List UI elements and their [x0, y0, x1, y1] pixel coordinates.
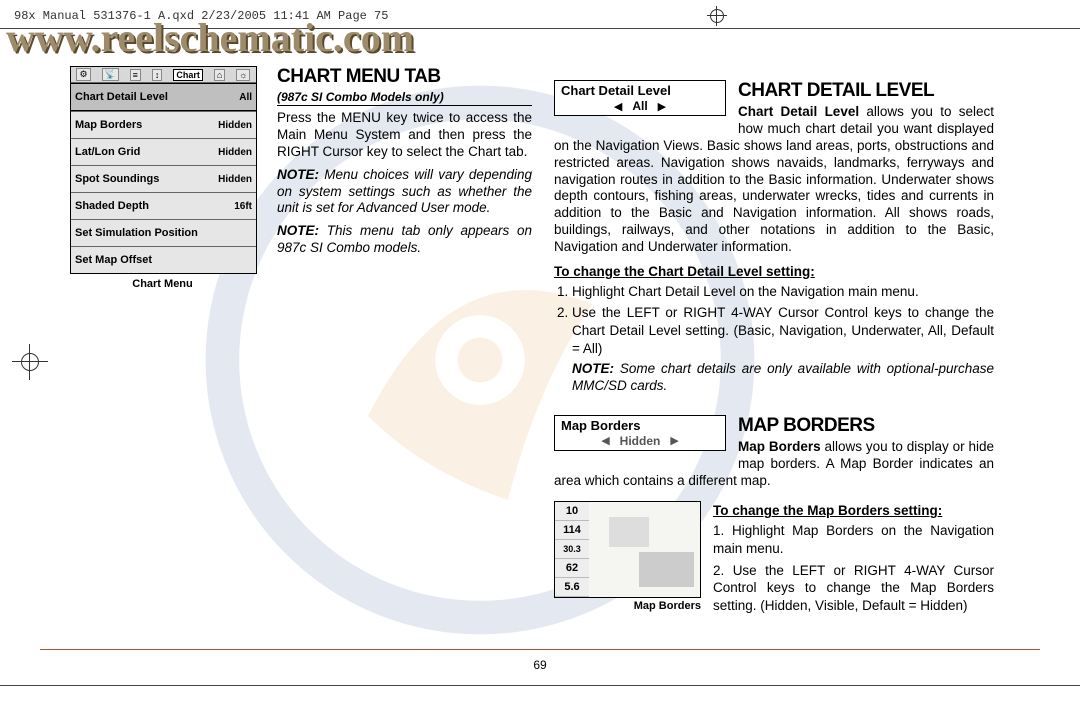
chart-menu-tabs: ⚙ 📡 ≡ ↕ Chart ⌂ ☼	[71, 67, 256, 83]
tab-icon: ☼	[236, 69, 250, 81]
menu-row: Shaded Depth 16ft	[71, 192, 256, 219]
right-arrow-icon: ▶	[670, 434, 678, 447]
menu-row-chart-detail: Chart Detail Level All	[71, 83, 256, 111]
tab-icon: ↕	[152, 69, 163, 81]
note-2: NOTE: This menu tab only appears on 987c…	[277, 223, 532, 257]
note-1: NOTE: Menu choices will vary depending o…	[277, 167, 532, 218]
instructions-heading: To change the Chart Detail Level setting…	[554, 264, 994, 279]
middle-column: CHART MENU TAB (987c SI Combo Models onl…	[277, 66, 532, 614]
row-label: Set Simulation Position	[75, 227, 198, 239]
tab-icon: 📡	[102, 68, 119, 81]
tab-icon: ≡	[130, 69, 141, 81]
right-column: Chart Detail Level ◀ All ▶ CHART DETAIL …	[554, 66, 994, 614]
thumb-value: 30.3	[555, 540, 589, 559]
left-arrow-icon: ◀	[601, 434, 609, 447]
setting-value: Hidden	[620, 434, 661, 448]
chart-detail-steps: Highlight Chart Detail Level on the Navi…	[572, 283, 994, 357]
row-label: Lat/Lon Grid	[75, 146, 140, 158]
thumb-value: 5.6	[555, 578, 589, 597]
note-3: NOTE: Some chart details are only availa…	[572, 361, 994, 395]
setting-label: Map Borders	[555, 416, 725, 433]
setting-value: All	[632, 99, 647, 113]
thumb-value: 62	[555, 559, 589, 578]
chart-menu-screenshot: ⚙ 📡 ≡ ↕ Chart ⌂ ☼ Chart Detail Level All…	[70, 66, 257, 274]
thumb-value: 114	[555, 521, 589, 540]
thumb-value: 10	[555, 502, 589, 521]
right-arrow-icon: ▶	[658, 100, 666, 113]
chart-detail-level-para: Chart Detail Level allows you to select …	[554, 104, 994, 256]
menu-row: Spot Soundings Hidden	[71, 165, 256, 192]
chart-menu-tab-heading: CHART MENU TAB	[277, 66, 532, 88]
chart-menu-tab-para: Press the MENU key twice to access the M…	[277, 110, 532, 161]
chart-menu-caption: Chart Menu	[70, 278, 255, 290]
map-thumbnail: 10 114 30.3 62 5.6	[554, 501, 701, 598]
tab-icon: ⌂	[214, 69, 225, 81]
tab-chart-active: Chart	[173, 69, 203, 81]
map-borders-section: Map Borders ◀ Hidden ▶ MAP BORDERS Map B…	[554, 415, 994, 614]
chart-detail-level-box: Chart Detail Level ◀ All ▶	[554, 80, 726, 116]
watermark-url: www.reelschematic.com	[0, 14, 1080, 61]
row-value: Hidden	[218, 147, 252, 158]
footer-rule	[40, 649, 1040, 650]
page-number: 69	[0, 658, 1080, 672]
step: Highlight Chart Detail Level on the Navi…	[572, 283, 994, 301]
step: Use the LEFT or RIGHT 4-WAY Cursor Contr…	[572, 304, 994, 357]
row-value: All	[239, 92, 252, 103]
map-borders-box: Map Borders ◀ Hidden ▶	[554, 415, 726, 451]
row-label: Spot Soundings	[75, 173, 159, 185]
map-borders-figure: 10 114 30.3 62 5.6 Map Borders	[554, 501, 701, 612]
setting-label: Chart Detail Level	[555, 81, 725, 98]
subtitle-models-only: (987c SI Combo Models only)	[277, 90, 532, 106]
map-thumbnail-caption: Map Borders	[554, 600, 701, 612]
left-arrow-icon: ◀	[614, 100, 622, 113]
chart-menu-figure: ⚙ 📡 ≡ ↕ Chart ⌂ ☼ Chart Detail Level All…	[70, 66, 255, 614]
row-value: 16ft	[234, 201, 252, 212]
menu-row: Set Simulation Position	[71, 219, 256, 246]
menu-row: Lat/Lon Grid Hidden	[71, 138, 256, 165]
menu-row: Set Map Offset	[71, 246, 256, 273]
row-value: Hidden	[218, 174, 252, 185]
bottom-rule	[0, 685, 1080, 686]
row-label: Chart Detail Level	[75, 91, 168, 103]
row-value: Hidden	[218, 120, 252, 131]
row-label: Shaded Depth	[75, 200, 149, 212]
tab-icon: ⚙	[76, 68, 90, 81]
row-label: Map Borders	[75, 119, 142, 131]
menu-row: Map Borders Hidden	[71, 111, 256, 138]
row-label: Set Map Offset	[75, 254, 152, 266]
chart-detail-level-section: Chart Detail Level ◀ All ▶ CHART DETAIL …	[554, 80, 994, 401]
